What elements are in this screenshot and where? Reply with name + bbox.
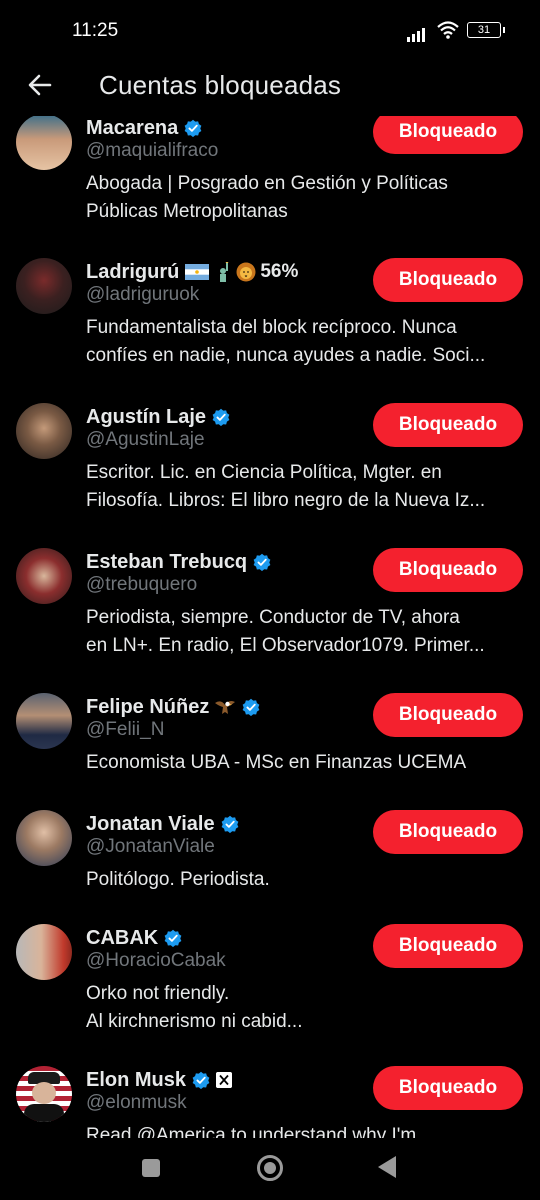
blocked-button[interactable]: Bloqueado — [373, 116, 523, 154]
account-bio: Politólogo. Periodista. — [86, 869, 270, 890]
top-app-bar: Cuentas bloqueadas — [0, 60, 540, 116]
avatar[interactable] — [16, 116, 72, 170]
avatar[interactable] — [16, 403, 72, 459]
avatar[interactable] — [16, 258, 72, 314]
account-name: Jonatan Viale — [86, 812, 215, 835]
account-bio: Orko not friendly. Al kirchnerismo ni ca… — [86, 983, 303, 1032]
verified-badge-icon — [164, 929, 182, 947]
status-time: 11:25 — [72, 20, 119, 41]
recent-apps-icon[interactable] — [142, 1159, 160, 1177]
battery-level: 31 — [477, 24, 491, 36]
verified-badge-icon — [242, 698, 260, 716]
back-triangle-icon[interactable] — [378, 1156, 396, 1178]
account-handle: @AgustinLaje — [86, 429, 205, 450]
account-name: Esteban Trebucq — [86, 550, 248, 573]
argentina-flag-icon — [185, 264, 210, 280]
verified-badge-icon — [192, 1071, 210, 1089]
blocked-button[interactable]: Bloqueado — [373, 1066, 523, 1110]
statue-of-liberty-icon — [220, 262, 229, 282]
eagle-icon — [215, 701, 236, 714]
blocked-button[interactable]: Bloqueado — [373, 403, 523, 447]
account-bio: Abogada | Posgrado en Gestión y Política… — [86, 173, 448, 222]
account-name: Felipe Núñez — [86, 695, 210, 718]
back-arrow-icon[interactable] — [26, 71, 54, 99]
blocked-button[interactable]: Bloqueado — [373, 258, 523, 302]
account-name: CABAK — [86, 926, 159, 949]
blocked-button[interactable]: Bloqueado — [373, 924, 523, 968]
account-handle: @JonatanViale — [86, 836, 215, 857]
avatar[interactable] — [16, 693, 72, 749]
account-handle: @maquialifraco — [86, 140, 219, 161]
avatar-shirt — [24, 1104, 64, 1122]
account-name-suffix: 56% — [260, 261, 299, 282]
account-handle: @elonmusk — [86, 1092, 187, 1113]
account-bio: Read @America to understand why I'm — [86, 1125, 417, 1138]
status-bar: 11:25 31 — [0, 0, 540, 60]
account-name: Ladrigurú — [86, 260, 180, 283]
avatar[interactable] — [16, 924, 72, 980]
x-affiliate-badge-icon — [216, 1072, 233, 1088]
battery-icon: 31 — [467, 22, 505, 38]
blocked-button[interactable]: Bloqueado — [373, 548, 523, 592]
avatar[interactable] — [16, 810, 72, 866]
account-bio: Escritor. Lic. en Ciencia Política, Mgte… — [86, 462, 486, 511]
account-name: Macarena — [86, 116, 179, 139]
blocked-accounts-list[interactable]: Macarena @maquialifraco Abogada | Posgra… — [0, 116, 540, 1138]
blocked-button[interactable]: Bloqueado — [373, 693, 523, 737]
avatar-face — [32, 1082, 56, 1104]
home-icon[interactable] — [257, 1155, 283, 1181]
account-handle: @trebuquero — [86, 574, 198, 595]
account-bio: Periodista, siempre. Conductor de TV, ah… — [86, 607, 485, 656]
page-title: Cuentas bloqueadas — [99, 70, 342, 100]
verified-badge-icon — [221, 815, 238, 833]
account-bio: Economista UBA - MSc en Finanzas UCEMA — [86, 752, 467, 773]
system-navigation-bar — [0, 1138, 540, 1200]
verified-badge-icon — [184, 119, 202, 137]
account-name: Agustín Laje — [86, 405, 207, 428]
blocked-button[interactable]: Bloqueado — [373, 810, 523, 854]
verified-badge-icon — [253, 553, 271, 571]
wifi-icon — [437, 21, 459, 39]
account-bio: Fundamentalista del block recíproco. Nun… — [86, 317, 486, 366]
avatar[interactable] — [16, 1066, 72, 1122]
verified-badge-icon — [212, 408, 230, 426]
account-handle: @Felii_N — [86, 719, 165, 740]
signal-icon — [407, 24, 427, 42]
avatar[interactable] — [16, 548, 72, 604]
account-name: Elon Musk — [86, 1068, 187, 1091]
account-handle: @HoracioCabak — [86, 950, 226, 971]
lion-icon — [236, 262, 256, 282]
account-handle: @ladriguruok — [86, 284, 200, 305]
